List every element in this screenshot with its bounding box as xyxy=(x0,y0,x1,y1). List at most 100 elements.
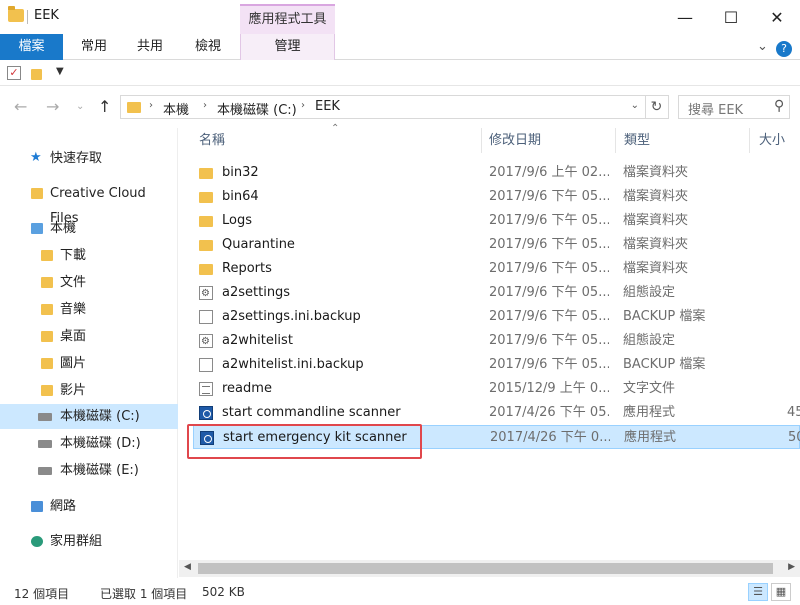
file-type: 文字文件 xyxy=(623,381,676,396)
file-name: a2whitelist xyxy=(222,333,293,348)
sidebar-item-label: 本機磁碟 (D:) xyxy=(60,436,141,451)
minimize-button[interactable]: — xyxy=(662,0,708,34)
recent-locations-icon[interactable]: ⌄ xyxy=(76,101,84,112)
drive-icon xyxy=(38,413,52,421)
maximize-button[interactable]: ☐ xyxy=(708,0,754,34)
file-row[interactable]: Reports 2017/9/6 下午 05... 檔案資料夾 xyxy=(193,257,800,281)
file-type: BACKUP 檔案 xyxy=(623,357,706,372)
sidebar-item-drive-c[interactable]: 本機磁碟 (C:) xyxy=(0,404,178,429)
folder-icon xyxy=(127,102,141,113)
horizontal-scrollbar[interactable]: ◀ ▶ xyxy=(179,560,800,577)
scroll-left-icon[interactable]: ◀ xyxy=(184,562,191,572)
chevron-right-icon[interactable]: › xyxy=(301,100,305,111)
sidebar-item-downloads[interactable]: 下載 xyxy=(0,243,178,268)
file-name: start commandline scanner xyxy=(222,405,401,420)
file-row[interactable]: a2settings.ini.backup 2017/9/6 下午 05... … xyxy=(193,305,800,329)
close-button[interactable]: ✕ xyxy=(754,0,800,34)
file-name: a2settings xyxy=(222,285,291,300)
sidebar-item-documents[interactable]: 文件 xyxy=(0,270,178,295)
sidebar-item-drive-e[interactable]: 本機磁碟 (E:) xyxy=(0,458,178,483)
file-name: a2whitelist.ini.backup xyxy=(222,357,364,372)
file-date: 2017/9/6 上午 02... xyxy=(489,165,609,180)
column-divider[interactable] xyxy=(749,128,750,153)
chevron-down-icon[interactable]: ▼ xyxy=(56,66,64,77)
help-icon[interactable]: ? xyxy=(776,41,792,57)
file-row[interactable]: a2settings 2017/9/6 下午 05... 組態設定 xyxy=(193,281,800,306)
sidebar-item-drive-d[interactable]: 本機磁碟 (D:) xyxy=(0,431,178,456)
music-icon xyxy=(41,304,53,315)
quick-access-toolbar: ✓ ▼ xyxy=(0,61,800,86)
up-arrow-icon[interactable]: ↑ xyxy=(98,97,111,116)
downloads-icon xyxy=(41,250,53,261)
sidebar-item-creative-cloud[interactable]: Creative Cloud Files xyxy=(0,181,178,226)
file-list: bin32 2017/9/6 上午 02... 檔案資料夾 bin64 2017… xyxy=(179,160,800,560)
large-icons-view-icon[interactable]: ▦ xyxy=(771,583,791,601)
videos-icon xyxy=(41,385,53,396)
title-bar: EEK 應用程式工具 — ☐ ✕ xyxy=(0,0,800,34)
details-view-icon[interactable]: ☰ xyxy=(748,583,768,601)
file-row[interactable]: a2whitelist 2017/9/6 下午 05... 組態設定 xyxy=(193,329,800,354)
scroll-right-icon[interactable]: ▶ xyxy=(788,562,795,572)
breadcrumb-this-pc[interactable]: 本機 xyxy=(163,99,189,118)
sidebar-item-network[interactable]: 網路 xyxy=(0,494,178,519)
selection-count: 已選取 1 個項目 xyxy=(100,587,188,601)
sidebar-item-music[interactable]: 音樂 xyxy=(0,297,178,322)
network-icon xyxy=(31,501,43,512)
chevron-down-icon[interactable]: ⌄ xyxy=(631,100,639,111)
file-date: 2017/4/26 下午 0... xyxy=(490,430,610,445)
tab-home[interactable]: 常用 xyxy=(72,34,116,60)
sidebar-item-videos[interactable]: 影片 xyxy=(0,378,178,403)
file-row[interactable]: Quarantine 2017/9/6 下午 05... 檔案資料夾 xyxy=(193,233,800,257)
file-type: BACKUP 檔案 xyxy=(623,309,706,324)
tab-file[interactable]: 檔案 xyxy=(0,34,63,60)
file-row[interactable]: start commandline scanner 2017/4/26 下午 0… xyxy=(193,401,800,425)
sidebar-item-pictures[interactable]: 圖片 xyxy=(0,351,178,376)
chevron-right-icon[interactable]: › xyxy=(149,100,153,111)
forward-arrow-icon[interactable]: → xyxy=(46,97,59,116)
file-row[interactable]: Logs 2017/9/6 下午 05... 檔案資料夾 xyxy=(193,209,800,233)
column-divider[interactable] xyxy=(481,128,482,153)
folder-icon xyxy=(199,168,213,179)
sidebar-item-label: 本機磁碟 (E:) xyxy=(60,463,139,478)
tab-view[interactable]: 檢視 xyxy=(186,34,230,60)
file-icon xyxy=(199,358,213,372)
breadcrumb-drive-c[interactable]: 本機磁碟 (C:) xyxy=(217,99,297,118)
sidebar-item-homegroup[interactable]: 家用群組 xyxy=(0,529,178,554)
new-folder-icon[interactable] xyxy=(31,69,42,80)
sidebar-item-label: 影片 xyxy=(60,383,87,398)
documents-icon xyxy=(41,277,53,288)
sidebar-item-quick-access[interactable]: ★ 快速存取 xyxy=(0,146,178,171)
file-row[interactable]: readme 2015/12/9 上午 0... 文字文件 xyxy=(193,377,800,401)
scrollbar-thumb[interactable] xyxy=(198,563,773,574)
address-bar[interactable]: › 本機 › 本機磁碟 (C:) › EEK ⌄ xyxy=(120,95,646,119)
breadcrumb-eek[interactable]: EEK xyxy=(315,99,340,114)
chevron-right-icon[interactable]: › xyxy=(203,100,207,111)
back-arrow-icon[interactable]: ← xyxy=(14,97,27,116)
tab-share[interactable]: 共用 xyxy=(128,34,172,60)
search-placeholder: 搜尋 EEK xyxy=(688,103,744,118)
file-row[interactable]: a2whitelist.ini.backup 2017/9/6 下午 05...… xyxy=(193,353,800,377)
column-name[interactable]: 名稱 xyxy=(199,128,225,153)
file-type: 組態設定 xyxy=(623,285,676,300)
file-date: 2017/9/6 下午 05... xyxy=(489,357,609,372)
file-name: Quarantine xyxy=(222,237,295,252)
column-size[interactable]: 大小 xyxy=(759,128,785,153)
file-row[interactable]: bin32 2017/9/6 上午 02... 檔案資料夾 xyxy=(193,161,800,185)
sidebar-item-this-pc[interactable]: 本機 xyxy=(0,216,178,241)
sidebar-item-desktop[interactable]: 桌面 xyxy=(0,324,178,349)
column-divider[interactable] xyxy=(615,128,616,153)
properties-check-icon[interactable]: ✓ xyxy=(7,66,21,80)
file-row[interactable]: bin64 2017/9/6 下午 05... 檔案資料夾 xyxy=(193,185,800,209)
creative-cloud-icon xyxy=(31,188,43,199)
file-type: 檔案資料夾 xyxy=(623,165,689,180)
refresh-icon[interactable]: ↻ xyxy=(645,95,669,119)
text-file-icon xyxy=(199,382,213,396)
tab-manage[interactable]: 管理 xyxy=(240,34,335,60)
search-input[interactable]: 搜尋 EEK ⚲ xyxy=(678,95,790,119)
column-type[interactable]: 類型 xyxy=(624,128,650,153)
settings-file-icon xyxy=(199,282,213,306)
sidebar-item-label: 圖片 xyxy=(60,356,87,371)
chevron-down-icon[interactable]: ⌄ xyxy=(757,39,768,54)
navigation-pane: ★ 快速存取 Creative Cloud Files 本機 下載 文件 音樂 … xyxy=(0,128,178,578)
column-date[interactable]: 修改日期 xyxy=(489,128,541,153)
